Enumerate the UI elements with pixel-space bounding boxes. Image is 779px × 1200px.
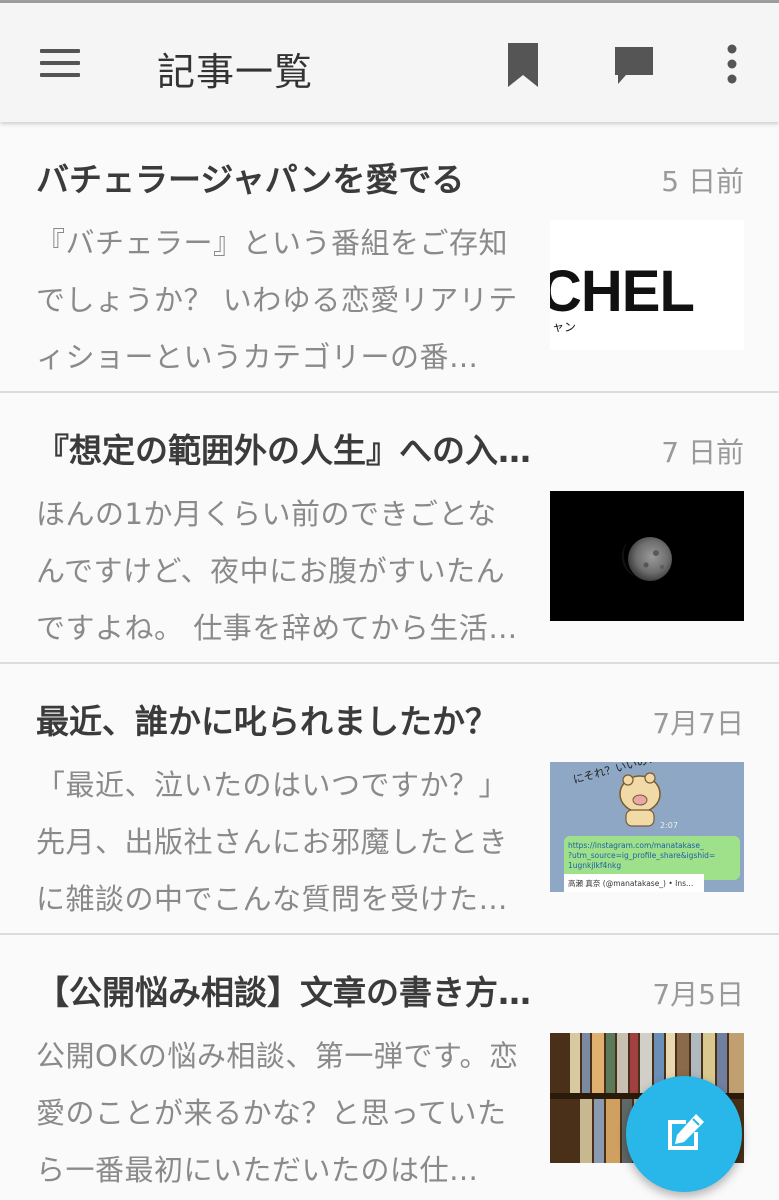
edit-icon <box>668 1114 704 1150</box>
svg-text:1ugnkjlkf4nkg: 1ugnkjlkf4nkg <box>568 861 621 870</box>
article-date: 7 日前 <box>661 436 744 469</box>
article-title: 【公開悩み相談】文章の書き方… <box>36 973 531 1012</box>
article-card[interactable]: 『想定の範囲外の人生』への入… 7 日前 ほんの1か月くらい前のできごとなんです… <box>0 393 779 664</box>
app-screen: 記事一覧 バチェラージャパンを愛でる 5 日前 『バチェラー』という番組をご存知… <box>0 0 779 1200</box>
article-title: 最近、誰かに叱られましたか？ <box>36 702 498 741</box>
page-title: 記事一覧 <box>157 50 314 94</box>
article-card[interactable]: バチェラージャパンを愛でる 5 日前 『バチェラー』という番組をご存知でしょうか… <box>0 122 779 393</box>
comment-icon[interactable] <box>612 43 656 87</box>
app-bar: 記事一覧 <box>0 3 779 122</box>
hamburger-menu-icon[interactable] <box>38 47 82 81</box>
article-card[interactable]: 最近、誰かに叱られましたか？ 7月7日 「最近、泣いたのはいつですか？」先月、出… <box>0 664 779 935</box>
article-list: バチェラージャパンを愛でる 5 日前 『バチェラー』という番組をご存知でしょうか… <box>0 122 779 1200</box>
article-title: バチェラージャパンを愛でる <box>36 160 465 199</box>
article-excerpt: 公開OKの悩み相談、第一弾です。恋愛のことが来るかな？と思っていたら一番最初にい… <box>36 1039 519 1187</box>
thumbnail-logo-text: CHEL <box>550 259 695 324</box>
article-excerpt: 「最近、泣いたのはいつですか？」先月、出版社さんにお邪魔したときに雑談の中でこん… <box>36 768 509 916</box>
article-date: 7月7日 <box>652 707 744 740</box>
article-title: 『想定の範囲外の人生』への入… <box>36 431 531 470</box>
article-excerpt: ほんの1か月くらい前のできごとなんですけど、夜中にお腹がすいたんですよね。 仕事… <box>36 497 518 645</box>
article-thumbnail: にそれ？いいの？ 2:07 https://instagram.com/mana… <box>550 762 744 892</box>
chat-link-text: https://instagram.com/manatakase_ <box>568 841 704 850</box>
more-vertical-icon[interactable] <box>718 43 746 87</box>
article-thumbnail: CHEL ャン <box>550 220 744 350</box>
compose-fab[interactable] <box>626 1076 742 1192</box>
moon-image <box>621 537 672 581</box>
article-date: 5 日前 <box>661 165 744 198</box>
chat-caption: 高瀬 真奈 (@manatakase_) • Ins... <box>568 878 693 888</box>
article-excerpt: 『バチェラー』という番組をご存知でしょうか？ いわゆる恋愛リアリティショーという… <box>36 226 518 374</box>
chat-screenshot-image: にそれ？いいの？ 2:07 https://instagram.com/mana… <box>550 762 744 892</box>
article-date: 7月5日 <box>652 978 744 1011</box>
thumbnail-subtext: ャン <box>552 320 577 334</box>
bookmark-icon[interactable] <box>505 43 541 87</box>
svg-text:?utm_source=ig_profile_share&i: ?utm_source=ig_profile_share&igshid= <box>568 851 715 860</box>
article-thumbnail <box>550 491 744 621</box>
chat-time: 2:07 <box>660 821 678 830</box>
